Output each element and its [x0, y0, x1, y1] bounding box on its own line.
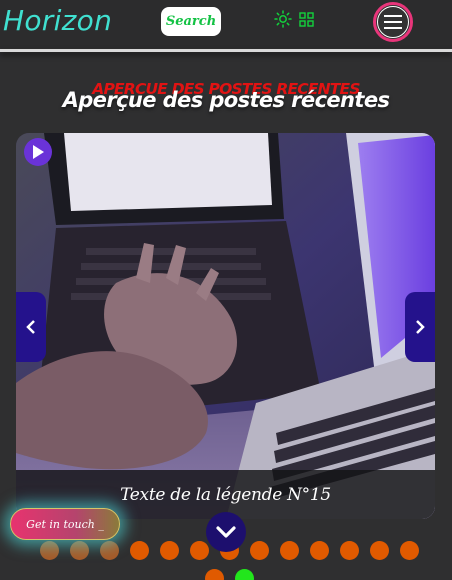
get-in-touch-button[interactable]: Get in touch _ — [10, 508, 120, 540]
recent-posts-carousel[interactable]: Texte de la légende N°15 — [16, 133, 435, 519]
carousel-prev-button[interactable] — [16, 292, 46, 362]
hamburger-menu-button[interactable] — [373, 2, 413, 42]
hamburger-icon — [377, 6, 409, 38]
slide-image — [16, 133, 435, 519]
carousel-dot[interactable] — [160, 541, 179, 560]
carousel-dot[interactable] — [130, 541, 149, 560]
search-button[interactable]: Search — [161, 7, 221, 36]
carousel-dot[interactable] — [100, 541, 119, 560]
carousel-dot[interactable] — [370, 541, 389, 560]
sun-icon[interactable] — [274, 10, 292, 28]
carousel-dot-active[interactable] — [235, 569, 254, 580]
play-button[interactable] — [24, 138, 52, 166]
header-divider — [0, 49, 452, 52]
top-navbar: Horizon Search — [0, 0, 452, 48]
carousel-dot[interactable] — [205, 569, 224, 580]
scroll-down-button[interactable] — [206, 512, 246, 552]
page: Horizon Search APERCUE DES POSTES RECENT… — [0, 0, 452, 580]
carousel-dot[interactable] — [70, 541, 89, 560]
carousel-dot[interactable] — [250, 541, 269, 560]
play-icon — [33, 145, 44, 159]
section-title: Aperçue des postes récentes — [62, 88, 390, 112]
carousel-dot[interactable] — [400, 541, 419, 560]
carousel-dot[interactable] — [280, 541, 299, 560]
brand-logo[interactable]: Horizon — [3, 4, 112, 37]
chevron-left-icon — [26, 320, 35, 334]
slide-caption: Texte de la légende N°15 — [120, 484, 331, 505]
carousel-dot[interactable] — [40, 541, 59, 560]
chevron-right-icon — [416, 320, 425, 334]
carousel-dot[interactable] — [190, 541, 209, 560]
chevron-down-icon — [216, 526, 236, 538]
carousel-dot[interactable] — [340, 541, 359, 560]
carousel-next-button[interactable] — [405, 292, 435, 362]
carousel-dot[interactable] — [310, 541, 329, 560]
grid-icon[interactable] — [299, 12, 314, 27]
